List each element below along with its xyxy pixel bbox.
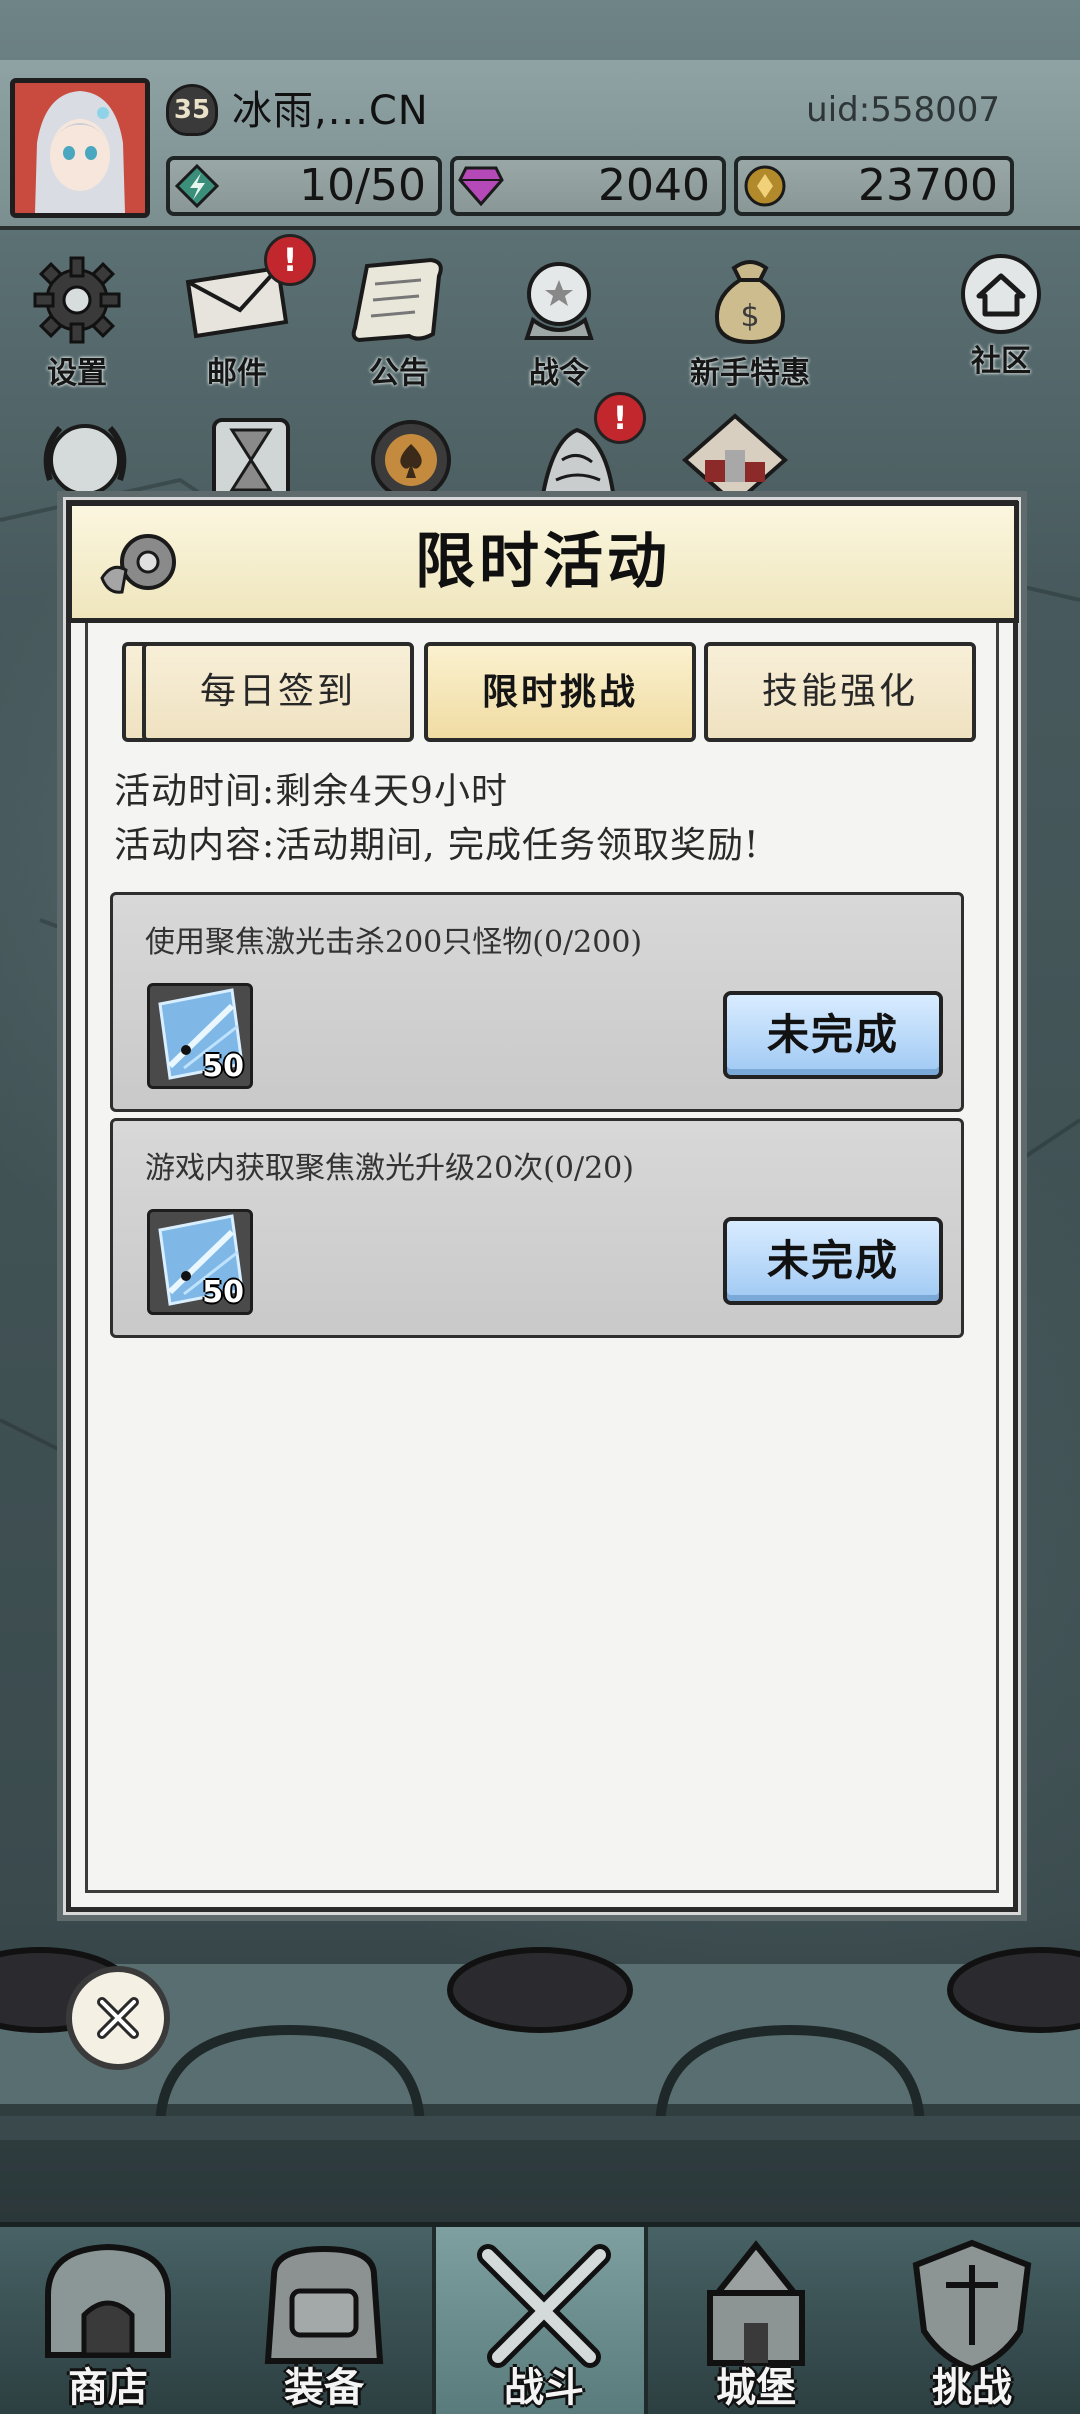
hourglass-icon	[212, 418, 290, 502]
player-level-badge: 35	[166, 84, 218, 136]
announcement-label: 公告	[369, 356, 429, 391]
battle-pass-label: 战令	[529, 356, 589, 391]
task-status-button[interactable]: 未完成	[723, 1217, 943, 1305]
player-name: 冰雨,...CN	[232, 88, 429, 134]
community-button[interactable]: 社区	[936, 252, 1066, 382]
player-avatar[interactable]	[10, 78, 150, 218]
nav-shop[interactable]: 商店	[0, 2227, 216, 2414]
tab-daily-checkin[interactable]: 每日签到	[142, 642, 414, 742]
mail-button[interactable]: 邮件 !	[172, 234, 316, 391]
gem-counter[interactable]: 2040	[450, 156, 726, 216]
crystal-ball-icon	[494, 252, 624, 348]
reward-item[interactable]: 50	[147, 983, 253, 1089]
nav-challenge[interactable]: 挑战	[864, 2227, 1080, 2414]
energy-icon	[172, 162, 222, 210]
money-bag-icon: $	[672, 252, 828, 348]
gear-icon	[12, 252, 142, 348]
task-card: 游戏内获取聚焦激光升级20次(0/20) 50 未完成	[110, 1118, 964, 1338]
rock-event-notice-badge: !	[594, 392, 646, 444]
dialog-title-bar: 限时活动	[67, 501, 1019, 623]
announcement-button[interactable]: 公告	[334, 252, 464, 391]
energy-value: 10/50	[299, 160, 426, 211]
spade-chip-button[interactable]	[346, 410, 476, 510]
leaderboard-button[interactable]	[670, 410, 800, 510]
energy-counter[interactable]: 10/50	[166, 156, 442, 216]
avatar-portrait-icon	[15, 83, 145, 213]
nav-equipment-label: 装备	[284, 2365, 364, 2411]
tab-skill-enhance[interactable]: 技能强化	[704, 642, 976, 742]
nav-battle[interactable]: 战斗	[432, 2227, 648, 2414]
gold-counter[interactable]: 23700	[734, 156, 1014, 216]
task-status-button[interactable]: 未完成	[723, 991, 943, 1079]
dialog-title: 限时活动	[415, 527, 671, 597]
spade-chip-icon	[371, 420, 451, 500]
gem-value: 2040	[598, 160, 710, 211]
mail-label: 邮件	[207, 356, 267, 391]
nav-equipment[interactable]: 装备	[216, 2227, 432, 2414]
crossed-swords-icon	[477, 2244, 611, 2368]
scroll-icon	[334, 252, 464, 348]
podium-icon	[681, 413, 789, 507]
close-dialog-button[interactable]	[66, 1966, 170, 2070]
event-content-text: 活动内容:活动期间, 完成任务领取奖励!	[114, 825, 760, 866]
hourglass-button[interactable]	[186, 410, 316, 510]
gold-value: 23700	[858, 160, 998, 211]
laurel-icon	[43, 424, 127, 496]
newbie-offer-button[interactable]: $ 新手特惠	[672, 252, 828, 391]
shield-icon	[912, 2239, 1032, 2373]
nav-challenge-label: 挑战	[932, 2365, 1012, 2411]
gem-icon	[456, 162, 506, 210]
task-title: 游戏内获取聚焦激光升级20次(0/20)	[145, 1151, 634, 1186]
nav-castle[interactable]: 城堡	[648, 2227, 864, 2414]
nav-battle-label: 战斗	[504, 2365, 584, 2411]
close-icon	[97, 1997, 139, 2039]
home-icon	[936, 252, 1066, 336]
castle-icon	[707, 2240, 805, 2366]
newbie-offer-label: 新手特惠	[690, 356, 810, 391]
rock-event-button[interactable]: !	[512, 392, 646, 510]
reward-count: 50	[202, 1049, 244, 1084]
community-label: 社区	[971, 344, 1031, 379]
battle-pass-button[interactable]: 战令	[494, 252, 624, 391]
svg-text:$: $	[740, 299, 759, 334]
settings-button[interactable]: 设置	[12, 252, 142, 391]
event-laurel-button[interactable]	[20, 410, 150, 510]
task-card: 使用聚焦激光击杀200只怪物(0/200) 50 未完成	[110, 892, 964, 1112]
player-uid: uid:558007	[806, 90, 1000, 130]
reward-item[interactable]: 50	[147, 1209, 253, 1315]
event-time-text: 活动时间:剩余4天9小时	[114, 771, 508, 812]
settings-label: 设置	[47, 356, 107, 391]
task-title: 使用聚焦激光击杀200只怪物(0/200)	[145, 925, 643, 960]
bottom-navigation: 商店 装备 战斗 城堡 挑战	[0, 2222, 1080, 2414]
reward-count: 50	[202, 1275, 244, 1310]
player-header: 35 冰雨,...CN uid:558007 10/50 2040 23700	[0, 60, 1080, 230]
nav-castle-label: 城堡	[716, 2365, 796, 2411]
gold-coin-icon	[740, 162, 790, 210]
mail-notice-badge: !	[264, 234, 316, 286]
nav-shop-label: 商店	[68, 2365, 148, 2411]
tab-limited-challenge[interactable]: 限时挑战	[424, 642, 696, 742]
shop-icon	[45, 2243, 171, 2358]
backpack-icon	[264, 2245, 384, 2364]
